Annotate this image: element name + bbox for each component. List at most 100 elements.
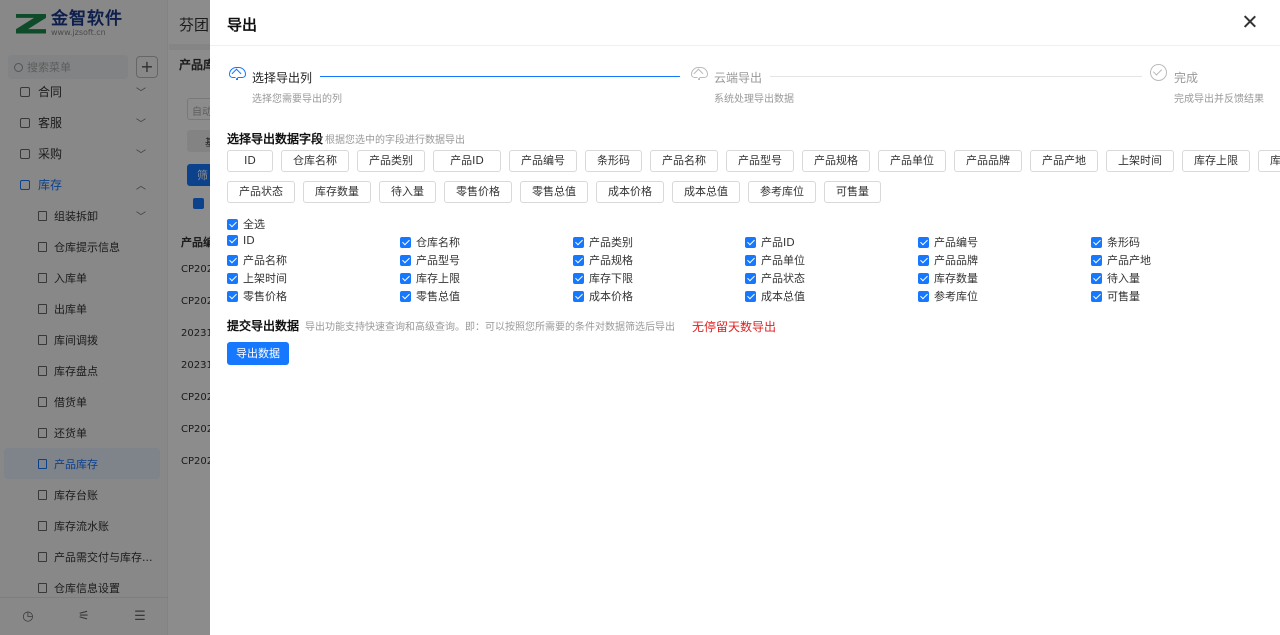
cloud-upload-icon (690, 64, 710, 84)
field-tag[interactable]: 库存数量 (303, 181, 371, 203)
check-all-checkbox[interactable] (227, 218, 238, 230)
field-tag[interactable]: 参考库位 (748, 181, 816, 203)
field-checkbox[interactable] (227, 254, 238, 266)
field-checkbox-item[interactable]: ID (227, 234, 255, 247)
field-tag[interactable]: 产品ID (433, 150, 501, 172)
field-tag[interactable]: 零售总值 (520, 181, 588, 203)
field-checkbox[interactable] (573, 272, 584, 284)
field-checkbox-label: 产品产地 (1107, 254, 1151, 267)
field-checkbox-item[interactable]: 产品品牌 (918, 252, 978, 268)
red-annotation: 无停留天数导出 (692, 320, 777, 334)
field-checkbox-item[interactable]: 零售总值 (400, 288, 460, 304)
field-checkbox[interactable] (745, 272, 756, 284)
field-tag[interactable]: 产品规格 (802, 150, 870, 172)
field-checkbox-item[interactable]: 产品状态 (745, 270, 805, 286)
field-checkbox[interactable] (227, 272, 238, 284)
field-checkbox-item[interactable]: 待入量 (1091, 270, 1140, 286)
field-checkbox-item[interactable]: 成本价格 (573, 288, 633, 304)
field-tag[interactable]: 产品状态 (227, 181, 295, 203)
field-checkbox[interactable] (1091, 254, 1102, 266)
field-checkbox-label: 产品品牌 (934, 254, 978, 267)
field-checkbox-item[interactable]: 仓库名称 (400, 234, 460, 250)
field-checkbox-label: 产品编号 (934, 236, 978, 249)
field-tag[interactable]: 产品产地 (1030, 150, 1098, 172)
field-checkbox[interactable] (1091, 272, 1102, 284)
field-checkbox-item[interactable]: 上架时间 (227, 270, 287, 286)
field-tag[interactable]: 产品类别 (357, 150, 425, 172)
field-tag[interactable]: 条形码 (585, 150, 642, 172)
step-connector (770, 76, 1142, 77)
cloud-upload-icon (228, 64, 248, 84)
export-data-button[interactable]: 导出数据 (227, 342, 289, 365)
field-tag[interactable]: 产品型号 (726, 150, 794, 172)
step-description: 选择您需要导出的列 (252, 94, 342, 105)
field-checkbox-label: 库存下限 (589, 272, 633, 285)
select-fields-heading: 选择导出数据字段 (227, 132, 324, 146)
field-tag[interactable]: 库存上限 (1182, 150, 1250, 172)
field-tag[interactable]: 待入量 (379, 181, 436, 203)
field-tag[interactable]: 零售价格 (444, 181, 512, 203)
field-checkbox-item[interactable]: 零售价格 (227, 288, 287, 304)
field-checkbox[interactable] (573, 254, 584, 266)
field-checkbox[interactable] (227, 235, 238, 246)
check-all-label: 全选 (243, 218, 265, 231)
field-checkbox[interactable] (745, 254, 756, 266)
field-tag[interactable]: 产品单位 (878, 150, 946, 172)
field-checkbox-label: 条形码 (1107, 236, 1140, 249)
field-tag[interactable]: 仓库名称 (281, 150, 349, 172)
field-tag[interactable]: 产品名称 (650, 150, 718, 172)
field-checkbox-item[interactable]: 产品名称 (227, 252, 287, 268)
field-checkbox-item[interactable]: 产品单位 (745, 252, 805, 268)
field-checkbox[interactable] (745, 290, 756, 302)
step-title: 云端导出 (714, 71, 763, 85)
field-tag[interactable]: 可售量 (824, 181, 881, 203)
field-checkbox-item[interactable]: 可售量 (1091, 288, 1140, 304)
field-tag[interactable]: 成本总值 (672, 181, 740, 203)
field-checkbox[interactable] (400, 290, 411, 302)
submit-hint: 导出功能支持快速查询和高级查询。即：可以按照您所需要的条件对数据筛选后导出 (305, 322, 676, 333)
field-checkbox-item[interactable]: 产品产地 (1091, 252, 1151, 268)
field-checkbox-item[interactable]: 库存上限 (400, 270, 460, 286)
field-tag[interactable]: 库存下限 (1258, 150, 1280, 172)
field-tag[interactable]: 成本价格 (596, 181, 664, 203)
step-connector (320, 76, 680, 77)
field-checkbox-item[interactable]: 条形码 (1091, 234, 1140, 250)
field-checkbox-label: 库存上限 (416, 272, 460, 285)
step-description: 完成导出并反馈结果 (1174, 94, 1264, 105)
field-checkbox-item[interactable]: 产品类别 (573, 234, 633, 250)
export-steps: 选择导出列 选择您需要导出的列 云端导出 系统处理导出数据 完成 完成导出并反馈… (228, 64, 1268, 105)
select-fields-hint: 根据您选中的字段进行数据导出 (325, 135, 466, 146)
field-checkbox[interactable] (227, 290, 238, 302)
field-checkbox-item[interactable]: 产品ID (745, 234, 795, 250)
field-checkbox[interactable] (918, 236, 929, 248)
field-checkbox-item[interactable]: 参考库位 (918, 288, 978, 304)
export-drawer: 导出 选择导出列 选择您需要导出的列 云端导出 系统处理导出数据 完成 完成导出… (210, 0, 1280, 635)
field-checkbox[interactable] (918, 254, 929, 266)
field-checkbox-label: ID (243, 234, 255, 247)
field-checkbox[interactable] (1091, 290, 1102, 302)
field-checkbox[interactable] (400, 236, 411, 248)
field-checkbox[interactable] (745, 236, 756, 248)
field-checkbox-item[interactable]: 产品规格 (573, 252, 633, 268)
field-tag[interactable]: ID (227, 150, 273, 172)
field-tag[interactable]: 上架时间 (1106, 150, 1174, 172)
field-checkbox[interactable] (918, 272, 929, 284)
field-checkbox-item[interactable]: 产品编号 (918, 234, 978, 250)
field-checkbox-item[interactable]: 库存数量 (918, 270, 978, 286)
field-checkbox[interactable] (918, 290, 929, 302)
field-checkbox-label: 成本总值 (761, 290, 805, 303)
field-checkbox-item[interactable]: 产品型号 (400, 252, 460, 268)
field-checkbox-label: 产品型号 (416, 254, 460, 267)
close-icon[interactable] (1240, 12, 1260, 32)
field-tag[interactable]: 产品品牌 (954, 150, 1022, 172)
field-tag[interactable]: 产品编号 (509, 150, 577, 172)
field-checkbox-label: 成本价格 (589, 290, 633, 303)
check-all[interactable]: 全选 (227, 216, 265, 232)
field-checkbox[interactable] (1091, 236, 1102, 248)
field-checkbox[interactable] (400, 272, 411, 284)
field-checkbox-item[interactable]: 库存下限 (573, 270, 633, 286)
field-checkbox[interactable] (400, 254, 411, 266)
field-checkbox[interactable] (573, 290, 584, 302)
field-checkbox[interactable] (573, 236, 584, 248)
field-checkbox-item[interactable]: 成本总值 (745, 288, 805, 304)
